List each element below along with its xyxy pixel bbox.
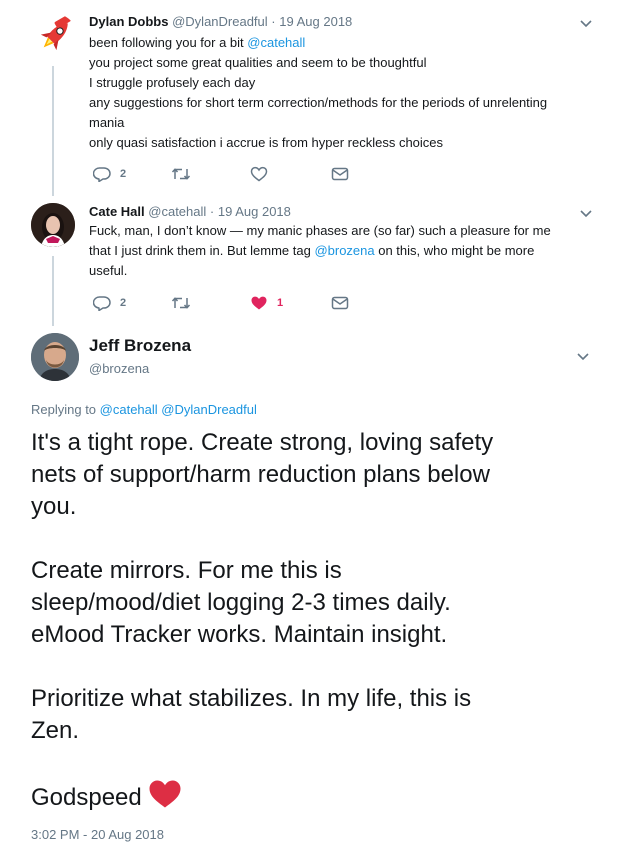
retweet-icon	[171, 297, 191, 309]
tweet1-reply-button[interactable]: 2	[93, 164, 126, 184]
tweet1-line: I struggle profusely each day	[89, 75, 256, 90]
mention-brozena[interactable]: @brozena	[314, 243, 374, 258]
tweet3-line: sleep/mood/diet logging 2-3 times daily.	[31, 589, 451, 616]
tweet2-line: Fuck, man, I don’t know — my manic phase…	[89, 223, 551, 238]
thread-line-1	[52, 66, 54, 196]
tweet3-line: nets of support/harm reduction plans bel…	[31, 461, 490, 488]
tweet3-line: It's a tight rope. Create strong, loving…	[31, 429, 494, 456]
tweet3-line: eMood Tracker works. Maintain insight.	[31, 621, 448, 648]
tweet1-actions: 2	[93, 164, 513, 184]
heart-outline-icon	[250, 166, 268, 182]
tweet2-dm-button[interactable]	[331, 293, 349, 313]
tweet1-date[interactable]: 19 Aug 2018	[279, 14, 352, 29]
avatar-jeff[interactable]	[31, 333, 79, 381]
tweet1-chevron-down-icon[interactable]	[578, 18, 594, 30]
tweet2-reply-button[interactable]: 2	[93, 293, 126, 313]
tweet1-header: Dylan Dobbs @DylanDreadful · 19 Aug 2018	[89, 14, 352, 29]
tweet3-chevron-down-icon[interactable]	[575, 351, 591, 363]
tweet2-like-count: 1	[277, 297, 284, 309]
tweet3-closing: Godspeed	[31, 784, 142, 811]
tweet1-like-button[interactable]	[250, 164, 277, 184]
tweet3-line: Create mirrors. For me this is	[31, 557, 342, 584]
tweet1-line: only quasi satisfaction i accrue is from…	[89, 135, 444, 150]
tweet2-reply-count: 2	[120, 297, 127, 309]
tweet1-line: mania	[89, 115, 125, 130]
tweet1-line: any suggestions for short term correctio…	[89, 95, 548, 110]
tweet3-body: It's a tight rope. Create strong, loving…	[31, 427, 606, 814]
replying-to-prefix: Replying to	[31, 402, 100, 417]
reply-icon	[93, 296, 111, 311]
replying-mention-dylandreadful[interactable]: @DylanDreadful	[161, 402, 257, 417]
retweet-icon	[171, 168, 191, 180]
thread-line-2	[52, 256, 54, 326]
tweet2-retweet-button[interactable]	[171, 293, 200, 313]
avatar-dylan[interactable]	[33, 14, 77, 58]
envelope-icon	[331, 167, 349, 181]
heart-filled-icon	[251, 296, 267, 310]
tweet1-author-name[interactable]: Dylan Dobbs	[89, 14, 168, 29]
tweet3-line: Zen.	[31, 717, 80, 744]
tweet1-line: you project some great qualities and see…	[89, 55, 427, 70]
envelope-icon	[331, 296, 349, 310]
tweet2-line-post: on this, who might be more	[374, 243, 535, 258]
tweet1-dm-button[interactable]	[331, 164, 349, 184]
mention-catehall[interactable]: @catehall	[247, 35, 305, 50]
rocket-icon	[40, 15, 71, 51]
tweet2-actions: 2 1	[93, 293, 513, 313]
tweet3-timestamp[interactable]: 3:02 PM - 20 Aug 2018	[31, 827, 164, 842]
tweet1-reply-count: 2	[120, 168, 127, 180]
tweet2-author-handle[interactable]: @catehall	[148, 204, 206, 219]
reply-icon	[93, 167, 111, 182]
tweet2-author-name[interactable]: Cate Hall	[89, 204, 145, 219]
tweet1-retweet-button[interactable]	[171, 164, 200, 184]
tweet1-author-handle[interactable]: @DylanDreadful	[172, 14, 268, 29]
tweet2-chevron-down-icon[interactable]	[578, 208, 594, 220]
avatar-photo-icon	[31, 203, 75, 247]
tweet1-body: been following you for a bit @catehall y…	[89, 33, 599, 153]
tweet2-date[interactable]: 19 Aug 2018	[218, 204, 291, 219]
tweet3-author-name[interactable]: Jeff Brozena	[89, 336, 191, 356]
tweet3-line: you.	[31, 493, 77, 520]
tweet2-line: useful.	[89, 263, 128, 278]
tweet2-body: Fuck, man, I don’t know — my manic phase…	[89, 221, 604, 281]
replying-mention-catehall[interactable]: @catehall	[100, 402, 158, 417]
tweet2-separator: ·	[209, 204, 215, 219]
tweet1-line-text: been following you for a bit	[89, 35, 248, 50]
tweet2-like-button[interactable]: 1	[250, 293, 283, 313]
tweet3-author-handle[interactable]: @brozena	[89, 361, 149, 376]
avatar-photo-icon	[31, 333, 79, 381]
tweet3-closing-line: Godspeed	[31, 779, 606, 814]
replying-to: Replying to @catehall @DylanDreadful	[31, 402, 257, 417]
tweet1-separator: ·	[271, 14, 276, 29]
tweet2-header: Cate Hall @catehall · 19 Aug 2018	[89, 204, 291, 219]
tweet3-line: Prioritize what stabilizes. In my life, …	[31, 685, 472, 712]
red-heart-icon	[149, 780, 181, 808]
avatar-cate[interactable]	[31, 203, 75, 247]
tweet2-line-pre: that I just drink them in. But lemme tag	[89, 243, 315, 258]
